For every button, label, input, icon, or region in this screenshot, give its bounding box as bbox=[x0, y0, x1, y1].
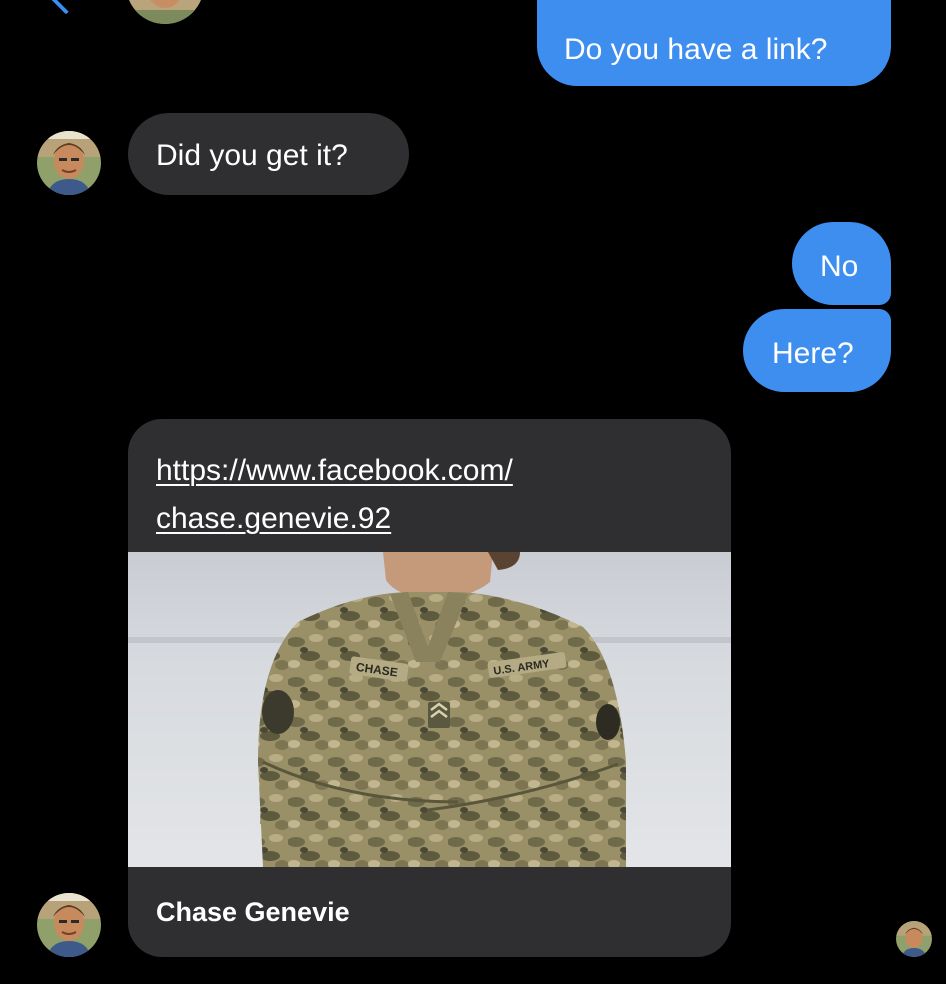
link-preview-title: Chase Genevie bbox=[156, 897, 350, 927]
message-text: No bbox=[820, 250, 859, 283]
link-preview-card[interactable]: https://www.facebook.com/ chase.genevie.… bbox=[128, 419, 731, 957]
contact-avatar[interactable] bbox=[37, 893, 101, 957]
sent-message-bubble[interactable]: Here? bbox=[743, 309, 891, 392]
link-url-line-1[interactable]: https://www.facebook.com/ bbox=[156, 447, 513, 495]
message-text: Do you have a link? bbox=[564, 33, 828, 66]
read-receipt-avatar bbox=[896, 921, 932, 957]
received-message-bubble[interactable]: Did you get it? bbox=[128, 113, 409, 195]
link-url-line-2[interactable]: chase.genevie.92 bbox=[156, 495, 513, 543]
sent-message-bubble[interactable]: Do you have a link? bbox=[537, 0, 891, 86]
back-chevron-icon[interactable] bbox=[50, 0, 82, 15]
message-text: Here? bbox=[772, 337, 854, 370]
contact-avatar[interactable] bbox=[37, 131, 101, 195]
header-contact-avatar[interactable] bbox=[126, 0, 204, 24]
link-preview-image[interactable]: CHASE U.S. ARMY bbox=[128, 552, 731, 867]
link-url[interactable]: https://www.facebook.com/ chase.genevie.… bbox=[156, 447, 513, 543]
sent-message-bubble[interactable]: No bbox=[792, 222, 891, 305]
message-text: Did you get it? bbox=[156, 139, 348, 172]
